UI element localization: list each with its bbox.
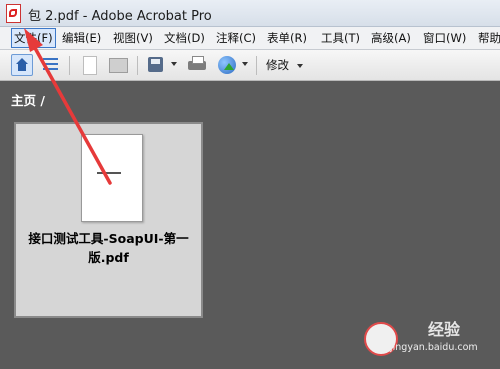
watermark-brand: 经验 — [428, 320, 461, 339]
baidu-watermark: 经验 jingyan.baidu.com — [346, 308, 500, 369]
watermark-url: jingyan.baidu.com — [390, 342, 478, 353]
